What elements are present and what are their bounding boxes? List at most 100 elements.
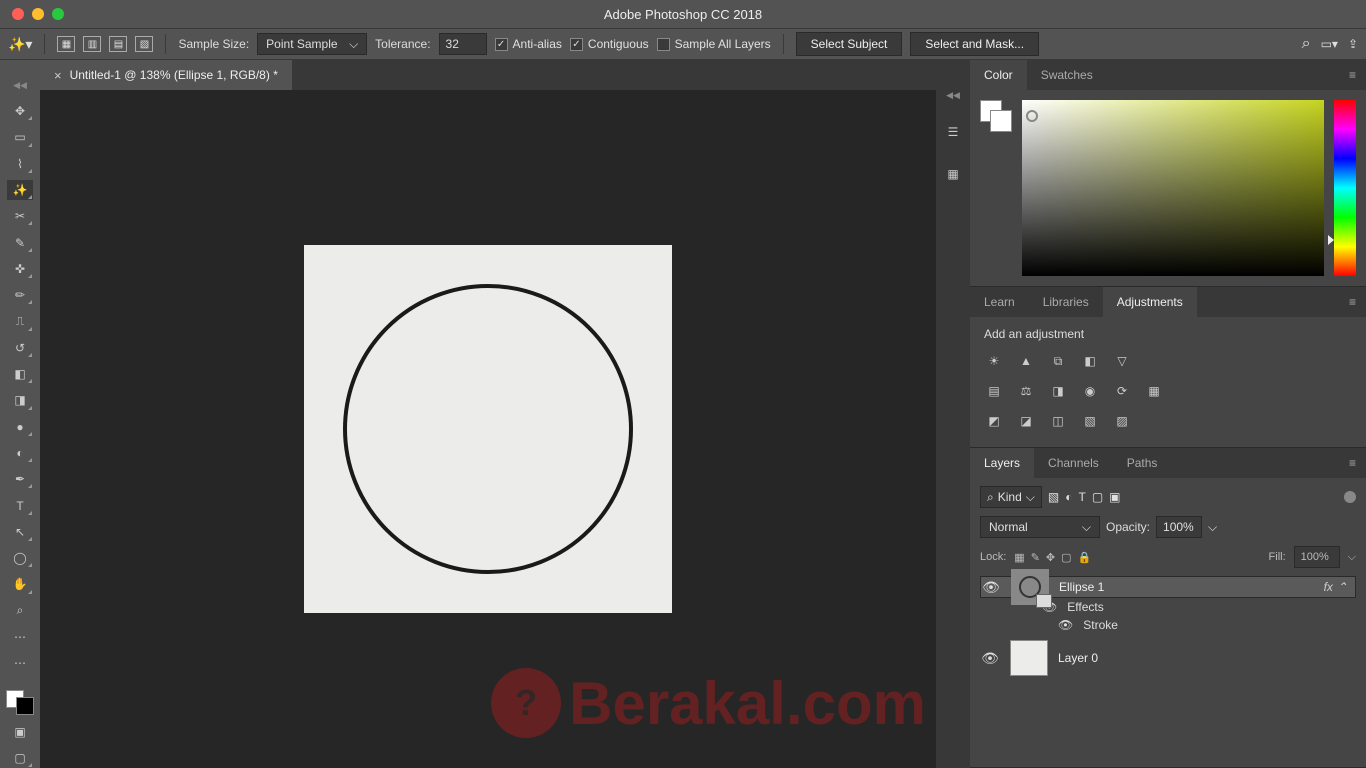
more-tools[interactable]: ⋯ [7, 627, 33, 647]
brush-tool[interactable]: ✏ [7, 285, 33, 305]
sample-all-checkbox[interactable]: Sample All Layers [657, 37, 771, 51]
lock-paint-icon[interactable]: ✎ [1031, 551, 1040, 564]
expand-dock-icon[interactable]: ◀◀ [946, 90, 960, 101]
layer-name[interactable]: Layer 0 [1058, 651, 1098, 665]
eraser-tool[interactable]: ◧ [7, 364, 33, 384]
opacity-input[interactable]: 100% [1156, 516, 1202, 538]
properties-panel-icon[interactable]: ▦ [942, 163, 964, 185]
history-brush-tool[interactable]: ↺ [7, 338, 33, 358]
history-panel-icon[interactable]: ☰ [942, 121, 964, 143]
close-window-icon[interactable] [12, 8, 24, 20]
layer-thumbnail[interactable] [1011, 569, 1049, 605]
vibrance-icon[interactable]: ▽ [1112, 351, 1132, 371]
add-selection-icon[interactable]: ▥ [83, 36, 101, 52]
filter-adjust-icon[interactable]: ◐ [1065, 490, 1072, 504]
hue-icon[interactable]: ▤ [984, 381, 1004, 401]
tab-learn[interactable]: Learn [970, 287, 1029, 317]
layer-thumbnail[interactable] [1010, 640, 1048, 676]
threshold-icon[interactable]: ◫ [1048, 411, 1068, 431]
lock-artboard-icon[interactable]: ▢ [1061, 551, 1071, 564]
quickmask-icon[interactable]: ▣ [7, 721, 33, 741]
screenmode-icon[interactable]: ▢ [7, 748, 33, 768]
collapse-icon[interactable]: ◀◀ [13, 80, 27, 91]
type-tool[interactable]: T [7, 495, 33, 515]
visibility-icon[interactable]: 👁 [981, 579, 1001, 596]
layer-filter-select[interactable]: ⌕Kind⌵ [980, 486, 1042, 508]
gradient-tool[interactable]: ◨ [7, 390, 33, 410]
tolerance-input[interactable] [439, 33, 487, 55]
minimize-window-icon[interactable] [32, 8, 44, 20]
tab-adjustments[interactable]: Adjustments [1103, 287, 1197, 317]
close-tab-icon[interactable]: × [54, 68, 62, 83]
tab-paths[interactable]: Paths [1113, 448, 1172, 478]
tab-layers[interactable]: Layers [970, 448, 1034, 478]
curves-icon[interactable]: ⧉ [1048, 351, 1068, 371]
healing-tool[interactable]: ✜ [7, 259, 33, 279]
stamp-tool[interactable]: ⎍ [7, 311, 33, 331]
document-tab[interactable]: × Untitled-1 @ 138% (Ellipse 1, RGB/8) * [40, 60, 292, 90]
contiguous-checkbox[interactable]: ✓Contiguous [570, 37, 649, 51]
edit-toolbar[interactable]: ⋯ [7, 653, 33, 673]
visibility-icon[interactable]: 👁 [980, 650, 1000, 667]
fg-bg-swatch[interactable] [980, 100, 1012, 132]
panel-menu-icon[interactable]: ≡ [1339, 448, 1366, 478]
bw-icon[interactable]: ◨ [1048, 381, 1068, 401]
gradient-map-icon[interactable]: ▧ [1080, 411, 1100, 431]
selective-icon[interactable]: ▨ [1112, 411, 1132, 431]
lock-all-icon[interactable]: 🔒 [1078, 551, 1092, 564]
eyedropper-tool[interactable]: ✎ [7, 232, 33, 252]
color-swatch[interactable] [6, 690, 34, 716]
select-subject-button[interactable]: Select Subject [796, 32, 903, 56]
crop-tool[interactable]: ✂ [7, 206, 33, 226]
chevron-up-icon[interactable]: ⌃ [1337, 580, 1347, 594]
posterize-icon[interactable]: ◪ [1016, 411, 1036, 431]
mixer-icon[interactable]: ⟳ [1112, 381, 1132, 401]
fill-input[interactable]: 100% [1294, 546, 1340, 568]
filter-pixel-icon[interactable]: ▧ [1048, 490, 1059, 504]
pen-tool[interactable]: ✒ [7, 469, 33, 489]
zoom-tool[interactable]: ⌕ [7, 601, 33, 621]
filter-shape-icon[interactable]: ▢ [1092, 490, 1103, 504]
intersect-selection-icon[interactable]: ▧ [135, 36, 153, 52]
filter-type-icon[interactable]: T [1078, 490, 1085, 504]
tab-swatches[interactable]: Swatches [1027, 60, 1107, 90]
lock-pos-icon[interactable]: ✥ [1046, 551, 1055, 564]
dodge-tool[interactable]: ◐ [7, 443, 33, 463]
invert-icon[interactable]: ◩ [984, 411, 1004, 431]
fx-badge[interactable]: fx [1324, 580, 1333, 594]
lookup-icon[interactable]: ▦ [1144, 381, 1164, 401]
search-icon[interactable]: ⌕ [1302, 35, 1311, 53]
magic-wand-tool[interactable]: ✨ [7, 180, 33, 200]
maximize-window-icon[interactable] [52, 8, 64, 20]
subtract-selection-icon[interactable]: ▤ [109, 36, 127, 52]
brightness-icon[interactable]: ☀ [984, 351, 1004, 371]
blur-tool[interactable]: ● [7, 417, 33, 437]
lock-trans-icon[interactable]: ▦ [1014, 551, 1024, 564]
tab-color[interactable]: Color [970, 60, 1027, 90]
tab-channels[interactable]: Channels [1034, 448, 1113, 478]
layer-row-ellipse[interactable]: 👁 Ellipse 1 fx ⌃ [980, 576, 1356, 598]
hand-tool[interactable]: ✋ [7, 574, 33, 594]
filter-smart-icon[interactable]: ▣ [1109, 490, 1120, 504]
blend-mode-select[interactable]: Normal⌵ [980, 516, 1100, 538]
move-tool[interactable]: ✥ [7, 101, 33, 121]
hue-slider[interactable] [1334, 100, 1356, 276]
marquee-tool[interactable]: ▭ [7, 127, 33, 147]
lasso-tool[interactable]: ⌇ [7, 154, 33, 174]
layer-name[interactable]: Ellipse 1 [1059, 580, 1104, 594]
path-tool[interactable]: ↖ [7, 522, 33, 542]
visibility-icon[interactable]: 👁 [1058, 618, 1073, 632]
canvas-viewport[interactable]: ?Berakal.com [40, 90, 936, 768]
stroke-row[interactable]: 👁Stroke [980, 616, 1356, 634]
balance-icon[interactable]: ⚖ [1016, 381, 1036, 401]
share-icon[interactable]: ⇪ [1348, 37, 1358, 51]
sample-size-select[interactable]: Point Sample⌵ [257, 33, 367, 55]
exposure-icon[interactable]: ◧ [1080, 351, 1100, 371]
panel-menu-icon[interactable]: ≡ [1339, 60, 1366, 90]
tab-libraries[interactable]: Libraries [1029, 287, 1103, 317]
filter-toggle[interactable] [1344, 491, 1356, 503]
select-mask-button[interactable]: Select and Mask... [910, 32, 1039, 56]
new-selection-icon[interactable]: ▦ [57, 36, 75, 52]
levels-icon[interactable]: ▲ [1016, 351, 1036, 371]
workspace-icon[interactable]: ▭▾ [1321, 37, 1338, 51]
